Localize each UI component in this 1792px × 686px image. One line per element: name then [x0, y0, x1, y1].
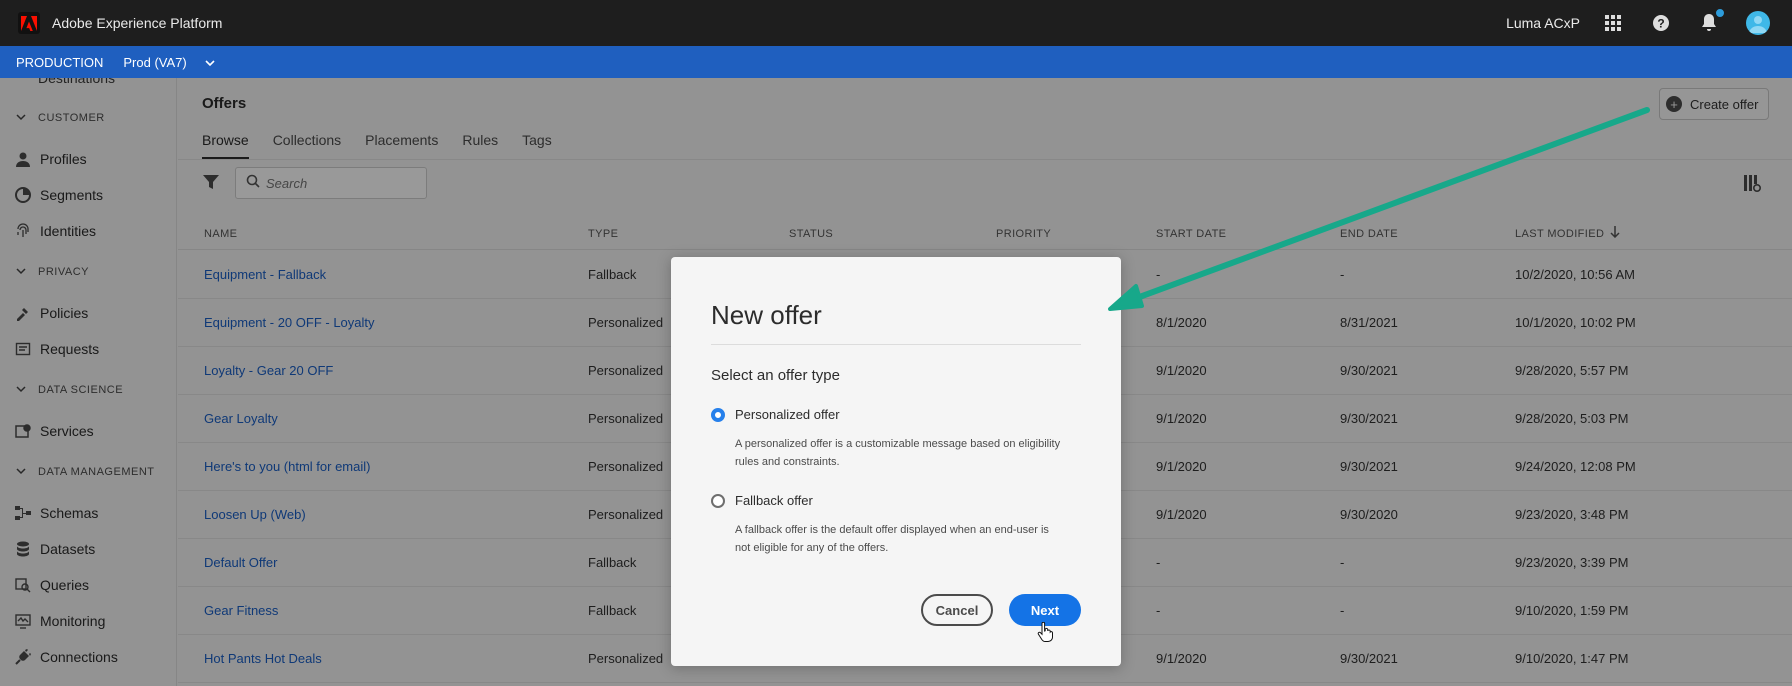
chevron-down-icon[interactable] — [205, 55, 215, 70]
apps-grid-icon[interactable] — [1602, 12, 1624, 34]
environment-label: PRODUCTION — [16, 54, 104, 70]
new-offer-dialog: New offer Select an offer type Personali… — [671, 257, 1121, 666]
personalized-offer-radio[interactable] — [711, 407, 725, 422]
personalized-offer-option[interactable]: Personalized offer — [711, 407, 840, 422]
svg-text:?: ? — [1657, 17, 1664, 31]
radio-label: Fallback offer — [735, 493, 813, 508]
help-icon[interactable]: ? — [1650, 12, 1672, 34]
environment-bar: PRODUCTION Prod (VA7) — [0, 46, 1792, 78]
fallback-offer-option[interactable]: Fallback offer — [711, 493, 813, 508]
org-switcher[interactable]: Luma ACxP — [1506, 15, 1580, 31]
dialog-subtitle: Select an offer type — [711, 367, 840, 384]
cancel-button[interactable]: Cancel — [921, 594, 993, 626]
radio-label: Personalized offer — [735, 407, 840, 422]
dialog-title: New offer — [711, 300, 822, 330]
notification-badge — [1715, 8, 1725, 18]
hand-cursor-icon — [1037, 621, 1053, 642]
sandbox-selector[interactable]: Prod (VA7) — [123, 55, 186, 70]
option-description: A fallback offer is the default offer di… — [735, 524, 1049, 554]
app-title[interactable]: Adobe Experience Platform — [52, 15, 222, 31]
option-description: A personalized offer is a customizable m… — [735, 438, 1061, 468]
top-bar: Adobe Experience Platform Luma ACxP ? — [0, 0, 1792, 46]
adobe-logo-icon[interactable] — [18, 12, 40, 34]
dialog-divider — [711, 344, 1081, 345]
user-avatar[interactable] — [1746, 11, 1770, 35]
fallback-offer-radio[interactable] — [711, 493, 725, 508]
notifications-bell-icon[interactable] — [1698, 8, 1725, 34]
